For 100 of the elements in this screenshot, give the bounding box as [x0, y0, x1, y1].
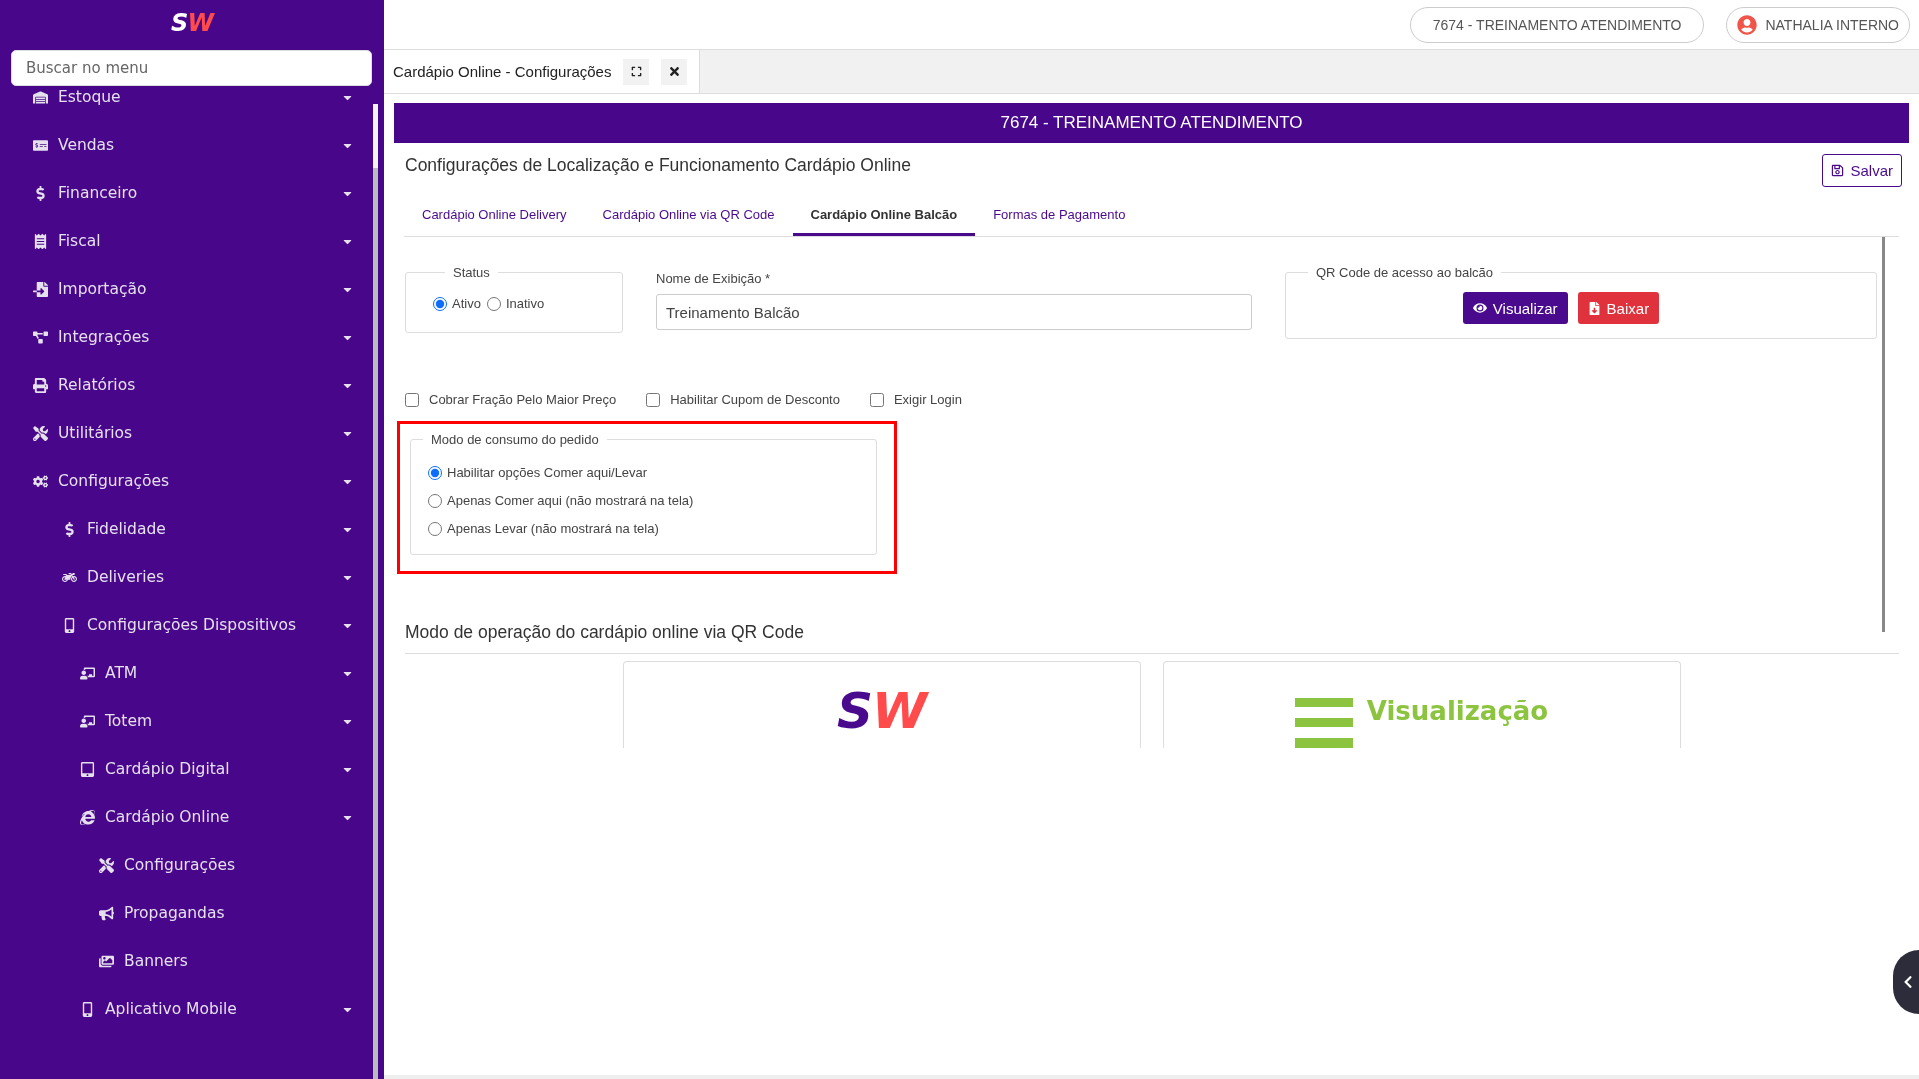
checkbox[interactable] [646, 392, 661, 407]
logo: SW [171, 9, 213, 37]
fieldset-legend: QR Code de acesso ao balcão [1308, 265, 1502, 280]
menu-item-label: ATM [105, 664, 139, 682]
sidebar-item[interactable]: Banners [0, 937, 384, 985]
menu-item-label: Aplicativo Mobile [105, 1000, 238, 1018]
sidebar-item[interactable]: Importação [0, 265, 384, 313]
sidebar-item[interactable]: Relatórios [0, 361, 384, 409]
menu-item-icon [33, 377, 48, 393]
menu-item-icon [99, 953, 114, 969]
radio-button[interactable] [433, 296, 447, 311]
page-tab[interactable]: Cardápio Online - Configurações [384, 50, 701, 93]
radio-button[interactable] [486, 296, 501, 311]
user-icon [1737, 14, 1758, 35]
menu-item-icon [33, 233, 48, 249]
checkbox-label: Cobrar Fração Pelo Maior Preço [429, 392, 617, 407]
close-icon [667, 65, 681, 78]
radio-button[interactable] [428, 465, 442, 480]
menu-item-label: Cardápio Digital [105, 760, 231, 778]
sidebar-item[interactable]: Aplicativo Mobile [0, 985, 384, 1033]
field-label: Nome de Exibição * [656, 271, 772, 286]
view-button[interactable]: Visualizar [1462, 292, 1568, 324]
sidebar-item[interactable]: Cardápio Online [0, 793, 384, 841]
tab[interactable]: Formas de Pagamento [975, 195, 1144, 236]
section-heading: Modo de operação do cardápio online via QR Code [405, 622, 1899, 654]
menu-item-label: Cardápio Online [105, 808, 231, 826]
sidebar-item[interactable]: Deliveries [0, 553, 384, 601]
menu-item-icon [80, 713, 95, 729]
tab[interactable]: Cardápio Online Balcão [792, 195, 976, 236]
menu-item-icon [33, 425, 48, 441]
radio-button[interactable] [428, 521, 442, 536]
menu-item-label: Deliveries [87, 568, 166, 586]
search-field[interactable]: Buscar no menu [11, 50, 372, 86]
collapse-button[interactable] [1893, 950, 1919, 1014]
scrollbar[interactable] [1882, 237, 1885, 632]
sidebar-item[interactable]: Estoque [0, 86, 384, 121]
menu-item-icon [33, 89, 48, 105]
fieldset-legend: Modo de consumo do pedido [423, 432, 607, 447]
mode-card[interactable]: SW [622, 661, 1141, 748]
fullscreen-icon [630, 66, 642, 77]
page-tab-title: Cardápio Online - Configurações [393, 63, 612, 80]
menu-item-icon [80, 1001, 95, 1017]
radio-label: Ativo [452, 296, 481, 311]
menu-icon [1294, 698, 1353, 748]
menu-item-icon [33, 137, 48, 153]
save-icon [1831, 164, 1845, 177]
menu-item-icon [99, 857, 114, 873]
menu-item-label: Configurações Dispositivos [87, 616, 298, 634]
card-logo: SW [836, 682, 927, 740]
checkbox[interactable] [869, 392, 884, 407]
checkbox-label: Exigir Login [893, 392, 962, 407]
save-button[interactable]: Salvar [1822, 154, 1902, 187]
checkbox-label: Habilitar Cupom de Desconto [670, 392, 840, 407]
tab[interactable]: Cardápio Online Delivery [404, 195, 585, 236]
menu-item-label: Totem [105, 712, 154, 730]
menu-item-label: Fidelidade [87, 520, 167, 538]
menu-item-label: Relatórios [58, 376, 137, 394]
menu-item-label: Propagandas [124, 904, 226, 922]
sidebar-item[interactable]: Cardápio Digital [0, 745, 384, 793]
sidebar-item[interactable]: Integrações [0, 313, 384, 361]
sidebar-item[interactable]: Totem [0, 697, 384, 745]
menu-item-icon [62, 617, 77, 633]
menu-item-label: Fiscal [58, 232, 102, 250]
sidebar-item[interactable]: Configurações [0, 841, 384, 889]
input-field[interactable]: Treinamento Balcão [656, 294, 1252, 330]
download-button[interactable]: Baixar [1577, 292, 1660, 324]
sidebar-item[interactable]: Configurações [0, 457, 384, 505]
sidebar-item[interactable]: Vendas [0, 121, 384, 169]
sidebar-item[interactable]: Fidelidade [0, 505, 384, 553]
sidebar-item[interactable]: Utilitários [0, 409, 384, 457]
menu-item-label: Vendas [58, 136, 116, 154]
sidebar-item[interactable]: Financeiro [0, 169, 384, 217]
radio-button[interactable] [428, 493, 442, 508]
fullscreen-button[interactable] [623, 58, 650, 85]
file-download-icon [1587, 301, 1601, 315]
checkbox[interactable] [405, 392, 419, 407]
radio-label: Habilitar opções Comer aqui/Levar [447, 465, 648, 480]
menu-item-icon [80, 761, 95, 777]
sidebar-item[interactable]: Propagandas [0, 889, 384, 937]
tab[interactable]: Cardápio Online via QR Code [584, 195, 793, 236]
sidebar-item[interactable]: ATM [0, 649, 384, 697]
company-banner: 7674 - TREINAMENTO ATENDIMENTO [394, 103, 1909, 143]
menu-item-label: Estoque [58, 88, 122, 106]
menu-item-label: Financeiro [58, 184, 139, 202]
menu-item-label: Banners [124, 952, 189, 970]
menu-item-label: Importação [58, 280, 148, 298]
menu-item-label: Configurações [58, 472, 171, 490]
sidebar-item[interactable]: Configurações Dispositivos [0, 601, 384, 649]
menu-item-label: Integrações [58, 328, 151, 346]
page-heading: Configurações de Localização e Funcionamento Cardápio Online [405, 155, 911, 177]
card-title: Visualização [1366, 696, 1549, 726]
close-button[interactable] [661, 58, 688, 85]
menu-item-icon [80, 665, 95, 681]
menu-item-label: Utilitários [58, 424, 134, 442]
radio-label: Apenas Levar (não mostrará na tela) [447, 521, 659, 536]
sidebar-item[interactable]: Fiscal [0, 217, 384, 265]
scrollbar[interactable] [373, 104, 378, 1079]
menu-item-icon [99, 905, 114, 921]
menu-item-icon [80, 809, 95, 825]
radio-label: Inativo [505, 296, 545, 311]
